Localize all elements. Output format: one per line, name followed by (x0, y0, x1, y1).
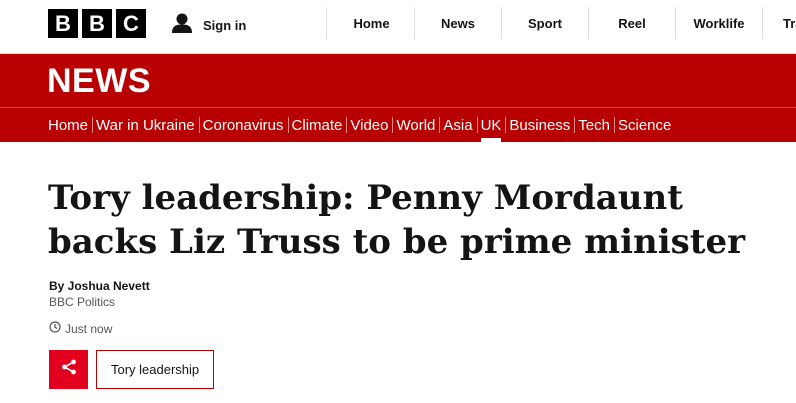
section-nav: Home War in Ukraine Coronavirus Climate … (0, 107, 796, 142)
top-nav-news[interactable]: News (414, 7, 501, 39)
top-bar: B B C Sign in Home News Sport Reel Workl… (0, 0, 796, 54)
section-item-business[interactable]: Business (505, 108, 574, 142)
clock-icon (49, 321, 61, 336)
section-item-video[interactable]: Video (346, 108, 392, 142)
byline: By Joshua Nevett BBC Politics (49, 279, 150, 309)
section-item-war-in-ukraine[interactable]: War in Ukraine (92, 108, 199, 142)
section-item-science[interactable]: Science (613, 108, 675, 142)
user-icon (171, 12, 193, 39)
bbc-logo-c: C (116, 9, 146, 38)
section-item-home[interactable]: Home (44, 108, 92, 142)
signin-link[interactable]: Sign in (171, 12, 246, 39)
signin-label: Sign in (203, 18, 247, 33)
topic-tag-tory-leadership[interactable]: Tory leadership (96, 350, 215, 389)
news-title[interactable]: NEWS (47, 62, 151, 101)
section-item-world[interactable]: World (392, 108, 439, 142)
bbc-logo-b1: B (48, 9, 78, 38)
bbc-logo-b2: B (82, 9, 112, 38)
news-banner: NEWS (0, 54, 796, 107)
top-nav-worklife[interactable]: Worklife (675, 7, 762, 39)
section-item-tech[interactable]: Tech (574, 108, 614, 142)
bbc-logo[interactable]: B B C (48, 9, 146, 38)
section-item-climate[interactable]: Climate (287, 108, 347, 142)
article-headline: Tory leadership: Penny Mordaunt backs Li… (48, 178, 746, 262)
share-icon (61, 359, 77, 380)
author-name: By Joshua Nevett (49, 279, 150, 293)
section-item-uk[interactable]: UK (476, 108, 506, 142)
timestamp-text: Just now (65, 321, 113, 336)
timestamp: Just now (49, 321, 112, 336)
top-nav-travel[interactable]: Travel (762, 7, 796, 39)
top-nav: Home News Sport Reel Worklife Travel (326, 0, 796, 46)
top-nav-home[interactable]: Home (326, 7, 414, 39)
top-nav-sport[interactable]: Sport (501, 7, 588, 39)
top-nav-reel[interactable]: Reel (588, 7, 675, 39)
section-item-coronavirus[interactable]: Coronavirus (198, 108, 288, 142)
share-button[interactable] (49, 350, 88, 389)
author-role: BBC Politics (49, 295, 116, 309)
section-item-asia[interactable]: Asia (439, 108, 476, 142)
